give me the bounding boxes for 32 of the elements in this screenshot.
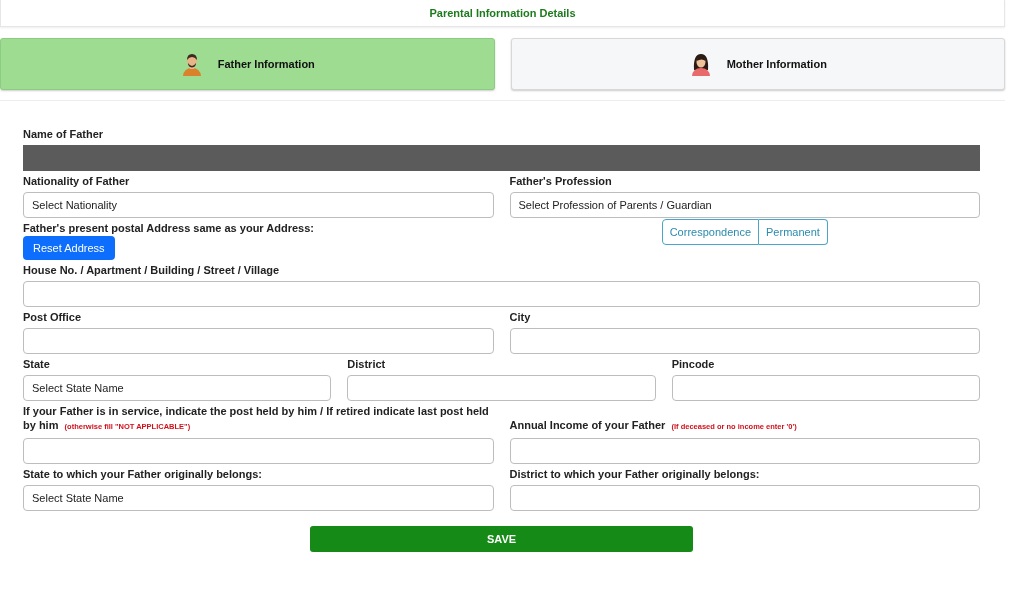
input-field[interactable] — [509, 328, 980, 354]
input-field[interactable] — [23, 438, 494, 464]
field-label: Nationality of Father — [23, 174, 131, 188]
tab[interactable]: Mother Information — [510, 38, 1005, 90]
select-field[interactable]: Select Profession of Parents / Guardian — [509, 192, 980, 218]
field-label: City — [509, 310, 532, 324]
select-field[interactable]: Select Nationality — [23, 192, 494, 218]
field-label: State to which your Father originally belongs: — [23, 467, 263, 481]
address-toggle[interactable]: Correspondence — [661, 219, 759, 245]
input-field[interactable] — [509, 485, 980, 511]
field-label: Father's present postal Address same as your Address: — [23, 221, 315, 235]
field-label: Post Office — [23, 310, 83, 324]
reset-address-button[interactable]: Reset Address — [23, 236, 115, 260]
save-button[interactable]: SAVE — [310, 526, 693, 552]
field-label: State — [23, 357, 51, 371]
field-label: Pincode — [671, 357, 716, 371]
field-label: Father's Profession — [509, 174, 613, 188]
input-field[interactable] — [671, 375, 980, 401]
page-title: Parental Information Details — [429, 7, 576, 19]
field-label: District to which your Father originally belongs: — [509, 467, 761, 481]
field-label: Name of Father — [23, 127, 105, 141]
field-label: District — [347, 357, 387, 371]
address-toggle[interactable]: Permanent — [759, 219, 828, 245]
redacted-field[interactable] — [23, 145, 980, 171]
select-field[interactable]: Select State Name — [23, 485, 494, 511]
tab[interactable]: Father Information — [0, 38, 495, 90]
field-label: House No. / Apartment / Building / Street / Village — [23, 263, 281, 277]
input-field[interactable] — [23, 328, 494, 354]
select-field[interactable]: Select State Name — [23, 375, 332, 401]
input-field[interactable] — [509, 438, 980, 464]
input-field[interactable] — [347, 375, 656, 401]
input-field[interactable] — [23, 281, 980, 307]
